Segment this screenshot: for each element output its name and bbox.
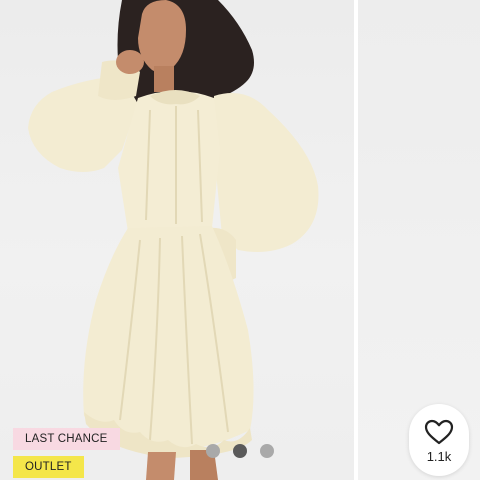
product-image-carousel[interactable]: LAST CHANCE OUTLET 1.1k <box>0 0 480 480</box>
heart-outline-icon <box>424 419 454 445</box>
favorite-count: 1.1k <box>426 449 452 464</box>
carousel-dot-active[interactable] <box>233 444 247 458</box>
favorite-button[interactable]: 1.1k <box>409 404 469 476</box>
product-photo <box>28 0 319 480</box>
carousel-pagination <box>206 444 274 458</box>
product-image-slide[interactable]: LAST CHANCE OUTLET <box>0 0 354 480</box>
carousel-dot[interactable] <box>206 444 220 458</box>
next-product-image-slide[interactable] <box>358 0 480 480</box>
outlet-badge: OUTLET <box>13 456 84 478</box>
carousel-dot[interactable] <box>260 444 274 458</box>
last-chance-badge: LAST CHANCE <box>13 428 120 450</box>
